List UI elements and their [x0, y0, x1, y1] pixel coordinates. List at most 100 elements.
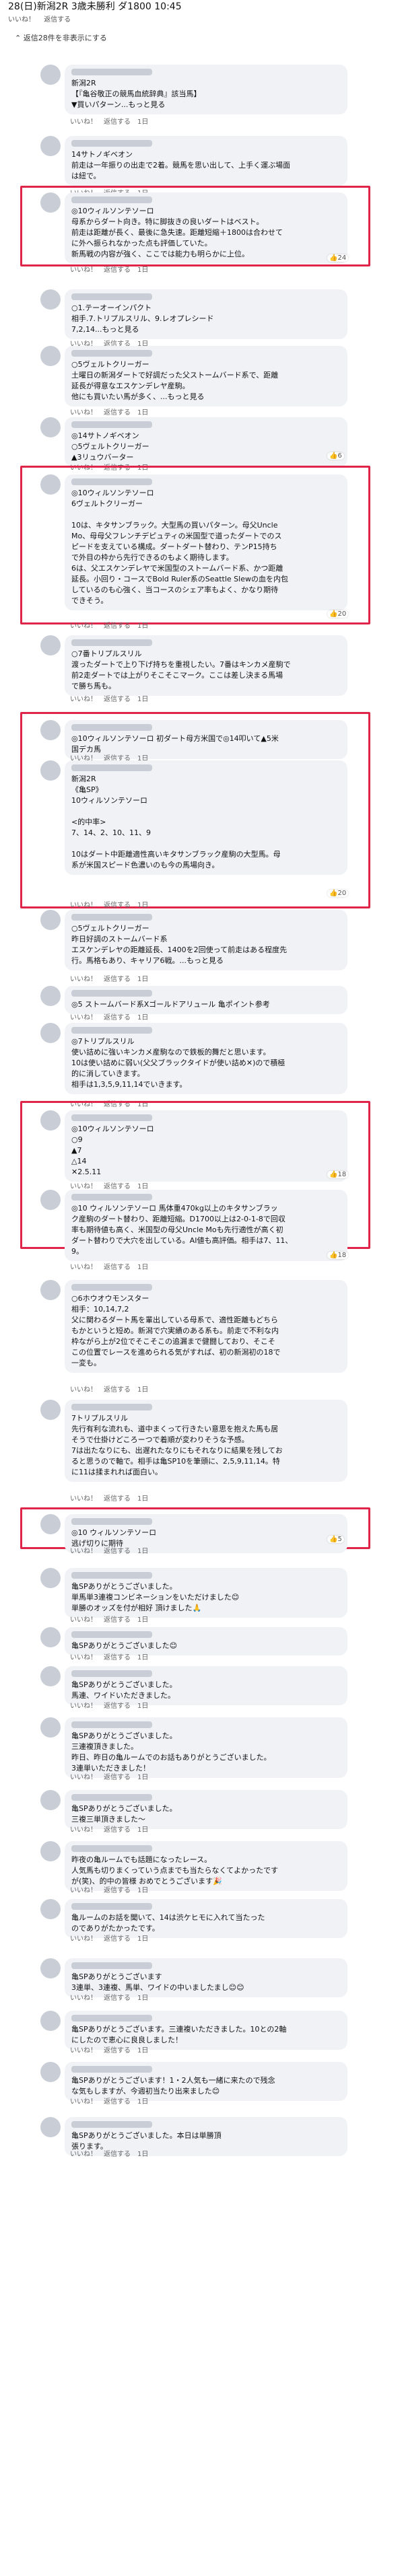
username-redacted[interactable] — [71, 293, 152, 300]
like-link[interactable]: いいね！ — [70, 1616, 97, 1624]
avatar[interactable] — [40, 1568, 61, 1588]
username-redacted[interactable] — [71, 421, 152, 428]
like-link[interactable]: いいね！ — [8, 16, 35, 24]
reaction-count[interactable]: 👍20 — [327, 890, 349, 897]
reply-link[interactable]: 返信する — [104, 696, 131, 703]
avatar[interactable] — [40, 1023, 61, 1043]
avatar[interactable] — [40, 1899, 61, 1919]
username-redacted[interactable] — [71, 2121, 152, 2128]
reply-link[interactable]: 返信する — [104, 2151, 131, 2158]
reply-link[interactable]: 返信する — [104, 976, 131, 983]
avatar[interactable] — [40, 1514, 61, 1534]
reply-link[interactable]: 返信する — [104, 409, 131, 417]
avatar[interactable] — [40, 1790, 61, 1810]
like-link[interactable]: いいね！ — [70, 1774, 97, 1781]
like-link[interactable]: いいね！ — [70, 902, 97, 909]
reply-link[interactable]: 返信する — [104, 2047, 131, 2054]
like-link[interactable]: いいね！ — [70, 2047, 97, 2054]
reaction-count[interactable]: 👍20 — [327, 610, 349, 618]
avatar[interactable] — [40, 65, 61, 85]
avatar[interactable] — [40, 1666, 61, 1686]
avatar[interactable] — [40, 760, 61, 781]
reaction-count[interactable]: 👍18 — [327, 1171, 349, 1178]
avatar[interactable] — [40, 1280, 61, 1300]
avatar[interactable] — [40, 1400, 61, 1420]
username-redacted[interactable] — [71, 69, 152, 75]
avatar[interactable] — [40, 720, 61, 740]
avatar[interactable] — [40, 910, 61, 930]
username-redacted[interactable] — [71, 990, 152, 997]
username-redacted[interactable] — [71, 1631, 152, 1638]
username-redacted[interactable] — [71, 2015, 152, 2022]
reaction-count[interactable]: 👍18 — [327, 1252, 349, 1259]
hide-replies-link[interactable]: ⌃ 返信28件を非表示にする — [15, 32, 107, 43]
reply-link[interactable]: 返信する — [104, 622, 131, 630]
username-redacted[interactable] — [71, 140, 152, 147]
avatar[interactable] — [40, 417, 61, 437]
like-link[interactable]: いいね！ — [70, 266, 97, 274]
reply-link[interactable]: 返信する — [104, 1495, 131, 1503]
username-redacted[interactable] — [71, 724, 152, 731]
username-redacted[interactable] — [71, 196, 152, 203]
like-link[interactable]: いいね！ — [70, 1995, 97, 2002]
username-redacted[interactable] — [71, 1670, 152, 1677]
avatar[interactable] — [40, 346, 61, 366]
avatar[interactable] — [40, 1841, 61, 1861]
like-link[interactable]: いいね！ — [70, 696, 97, 703]
username-redacted[interactable] — [71, 914, 152, 921]
like-link[interactable]: いいね！ — [70, 1887, 97, 1894]
like-link[interactable]: いいね！ — [70, 1014, 97, 1022]
like-link[interactable]: いいね！ — [70, 1703, 97, 1710]
reply-link[interactable]: 返信する — [44, 16, 71, 24]
reply-link[interactable]: 返信する — [104, 1826, 131, 1834]
reply-link[interactable]: 返信する — [104, 1548, 131, 1555]
reply-link[interactable]: 返信する — [104, 2098, 131, 2106]
reply-link[interactable]: 返信する — [104, 1887, 131, 1894]
like-link[interactable]: いいね！ — [70, 1495, 97, 1503]
avatar[interactable] — [40, 2062, 61, 2082]
username-redacted[interactable] — [71, 1572, 152, 1579]
username-redacted[interactable] — [71, 1284, 152, 1291]
like-link[interactable]: いいね！ — [70, 976, 97, 983]
username-redacted[interactable] — [71, 350, 152, 357]
avatar[interactable] — [40, 1627, 61, 1647]
avatar[interactable] — [40, 192, 61, 213]
reply-link[interactable]: 返信する — [104, 266, 131, 274]
reply-link[interactable]: 返信する — [104, 1014, 131, 1022]
reaction-count[interactable]: 👍6 — [327, 452, 344, 460]
username-redacted[interactable] — [71, 1518, 152, 1525]
username-redacted[interactable] — [71, 764, 152, 771]
username-redacted[interactable] — [71, 1845, 152, 1852]
avatar[interactable] — [40, 474, 61, 495]
like-link[interactable]: いいね！ — [70, 409, 97, 417]
username-redacted[interactable] — [71, 1404, 152, 1410]
avatar[interactable] — [40, 136, 61, 156]
username-redacted[interactable] — [71, 2066, 152, 2073]
reaction-count[interactable]: 👍24 — [327, 254, 349, 262]
reply-link[interactable]: 返信する — [104, 118, 131, 126]
reply-link[interactable]: 返信する — [104, 1995, 131, 2002]
like-link[interactable]: いいね！ — [70, 2098, 97, 2106]
reply-link[interactable]: 返信する — [104, 902, 131, 909]
avatar[interactable] — [40, 2117, 61, 2137]
reply-link[interactable]: 返信する — [104, 1774, 131, 1781]
like-link[interactable]: いいね！ — [70, 1826, 97, 1834]
like-link[interactable]: いいね！ — [70, 1654, 97, 1661]
reaction-count[interactable]: 👍5 — [327, 1536, 344, 1543]
username-redacted[interactable] — [71, 1962, 152, 1969]
username-redacted[interactable] — [71, 1794, 152, 1801]
username-redacted[interactable] — [71, 1194, 152, 1201]
reply-link[interactable]: 返信する — [104, 1703, 131, 1710]
avatar[interactable] — [40, 986, 61, 1006]
username-redacted[interactable] — [71, 1027, 152, 1034]
like-link[interactable]: いいね！ — [70, 1264, 97, 1271]
reply-link[interactable]: 返信する — [104, 1386, 131, 1394]
like-link[interactable]: いいね！ — [70, 1548, 97, 1555]
like-link[interactable]: いいね！ — [70, 2151, 97, 2158]
avatar[interactable] — [40, 2011, 61, 2031]
like-link[interactable]: いいね！ — [70, 622, 97, 630]
like-link[interactable]: いいね！ — [70, 1935, 97, 1943]
avatar[interactable] — [40, 289, 61, 310]
reply-link[interactable]: 返信する — [104, 1935, 131, 1943]
avatar[interactable] — [40, 1190, 61, 1210]
